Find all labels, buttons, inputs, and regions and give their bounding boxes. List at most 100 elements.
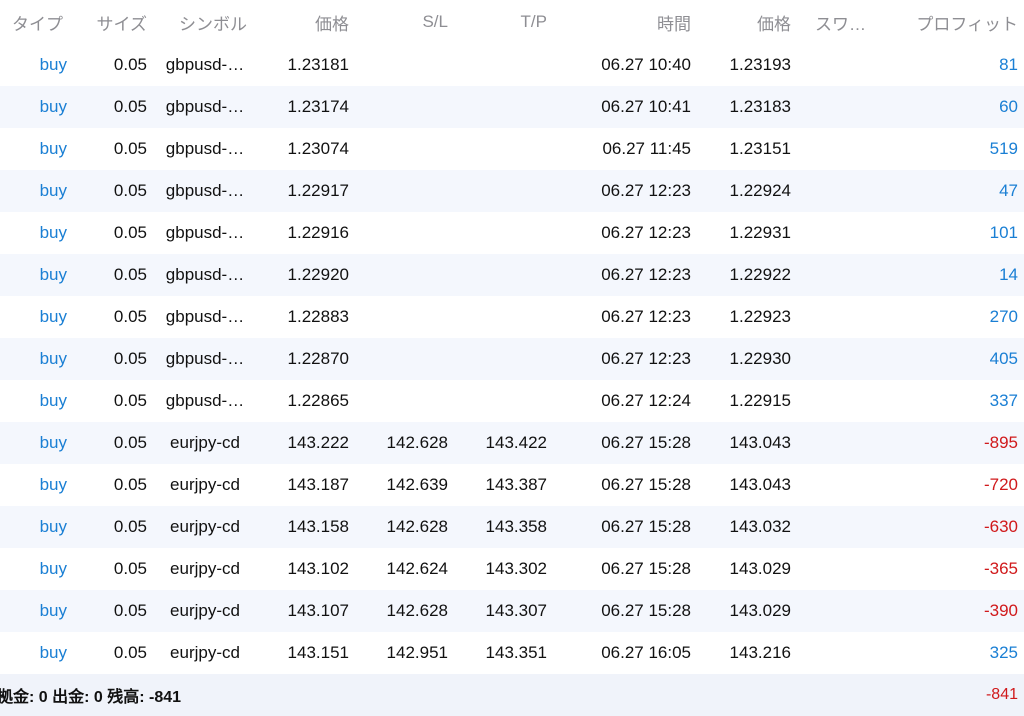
table-row[interactable]: buy 0.05 eurjpy-cd 143.187 142.639 143.387 06.…: [0, 464, 1024, 506]
cell-stop-loss: 142.628: [386, 601, 448, 620]
column-header-tp[interactable]: T/P: [448, 0, 547, 44]
table-row[interactable]: buy 0.05 gbpusd-… 1.23181 06.27 10:40 1.23193…: [0, 44, 1024, 86]
cell-size: 0.05: [113, 391, 147, 410]
cell-time: 06.27 11:45: [602, 139, 691, 158]
cell-open-price: 143.102: [287, 559, 349, 578]
cell-stop-loss: [349, 254, 448, 296]
cell-take-profit: [448, 338, 547, 380]
cell-type: buy: [39, 559, 67, 578]
cell-take-profit: [448, 212, 547, 254]
cell-open-price: 1.22916: [287, 223, 349, 242]
cell-stop-loss: 142.639: [386, 475, 448, 494]
cell-type: buy: [39, 181, 67, 200]
table-row[interactable]: buy 0.05 eurjpy-cd 143.102 142.624 143.302 06.…: [0, 548, 1024, 590]
cell-take-profit: [448, 296, 547, 338]
cell-time: 06.27 16:05: [601, 643, 691, 662]
table-row[interactable]: buy 0.05 eurjpy-cd 143.158 142.628 143.358 06.…: [0, 506, 1024, 548]
cell-close-price: 1.22924: [729, 181, 791, 200]
column-header-symbol[interactable]: シンボル: [155, 0, 247, 44]
cell-size: 0.05: [113, 475, 147, 494]
cell-time: 06.27 12:23: [601, 181, 691, 200]
cell-open-price: 1.22920: [287, 265, 349, 284]
cell-take-profit: [448, 44, 547, 86]
cell-swap: [791, 254, 871, 296]
cell-symbol: gbpusd-…: [165, 391, 245, 410]
column-header-type[interactable]: タイプ: [0, 0, 67, 44]
column-header-profit[interactable]: プロフィット: [871, 0, 1018, 44]
column-header-time[interactable]: 時間: [547, 0, 691, 44]
cell-close-price: 143.032: [729, 517, 791, 536]
cell-size: 0.05: [113, 601, 147, 620]
table-row[interactable]: buy 0.05 gbpusd-… 1.22870 06.27 12:23 1.22930…: [0, 338, 1024, 380]
cell-type: buy: [39, 97, 67, 116]
cell-take-profit: [448, 86, 547, 128]
cell-size: 0.05: [113, 97, 147, 116]
cell-swap: [791, 464, 871, 506]
cell-open-price: 1.22870: [287, 349, 349, 368]
cell-profit: 14: [999, 265, 1018, 284]
cell-symbol: eurjpy-cd: [170, 517, 240, 536]
cell-profit: 519: [989, 139, 1018, 158]
cell-size: 0.05: [113, 307, 147, 326]
cell-type: buy: [39, 517, 67, 536]
cell-close-price: 1.22923: [729, 307, 791, 326]
cell-profit: -390: [983, 601, 1018, 620]
cell-open-price: 143.222: [287, 433, 349, 452]
cell-type: buy: [39, 55, 67, 74]
table-row[interactable]: buy 0.05 gbpusd-… 1.22865 06.27 12:24 1.22915…: [0, 380, 1024, 422]
cell-open-price: 1.23074: [287, 139, 349, 158]
cell-profit: -365: [983, 559, 1018, 578]
table-row[interactable]: buy 0.05 eurjpy-cd 143.222 142.628 143.422 06.…: [0, 422, 1024, 464]
cell-take-profit: 143.358: [485, 517, 547, 536]
cell-take-profit: 143.302: [485, 559, 547, 578]
table-body: buy 0.05 gbpusd-… 1.23181 06.27 10:40 1.23193…: [0, 44, 1024, 674]
cell-open-price: 1.22917: [287, 181, 349, 200]
cell-time: 06.27 15:28: [601, 517, 691, 536]
cell-size: 0.05: [113, 643, 147, 662]
table-row[interactable]: buy 0.05 gbpusd-… 1.22917 06.27 12:23 1.22924…: [0, 170, 1024, 212]
table-row[interactable]: buy 0.05 eurjpy-cd 143.107 142.628 143.307 06.…: [0, 590, 1024, 632]
column-header-sl[interactable]: S/L: [349, 0, 448, 44]
column-header-swap[interactable]: スワ…: [791, 0, 871, 44]
cell-time: 06.27 10:40: [601, 55, 691, 74]
cell-close-price: 1.23183: [729, 97, 791, 116]
cell-take-profit: [448, 380, 547, 422]
cell-size: 0.05: [113, 139, 147, 158]
summary-row: 拠金: 0 出金: 0 残高: -841 -841: [0, 674, 1024, 716]
trade-history-table: タイプ サイズ シンボル 価格 S/L T/P 時間 価格 スワ… プロフィット…: [0, 0, 1024, 716]
cell-open-price: 1.22865: [287, 391, 349, 410]
cell-type: buy: [39, 349, 67, 368]
cell-symbol: eurjpy-cd: [170, 433, 240, 452]
cell-take-profit: 143.307: [485, 601, 547, 620]
column-header-size[interactable]: サイズ: [67, 0, 148, 44]
table-row[interactable]: buy 0.05 gbpusd-… 1.23174 06.27 10:41 1.23183…: [0, 86, 1024, 128]
cell-type: buy: [39, 433, 67, 452]
cell-stop-loss: [349, 338, 448, 380]
cell-time: 06.27 12:23: [601, 307, 691, 326]
cell-time: 06.27 12:23: [601, 223, 691, 242]
cell-swap: [791, 422, 871, 464]
cell-stop-loss: [349, 296, 448, 338]
cell-take-profit: 143.351: [485, 643, 547, 662]
table-row[interactable]: buy 0.05 gbpusd-… 1.22883 06.27 12:23 1.22923…: [0, 296, 1024, 338]
cell-stop-loss: [349, 128, 448, 170]
cell-profit: 47: [999, 181, 1018, 200]
column-header-price[interactable]: 価格: [255, 0, 349, 44]
table-row[interactable]: buy 0.05 eurjpy-cd 143.151 142.951 143.351 06.…: [0, 632, 1024, 674]
cell-symbol: eurjpy-cd: [170, 601, 240, 620]
cell-time: 06.27 15:28: [601, 475, 691, 494]
cell-close-price: 143.029: [729, 601, 791, 620]
table-row[interactable]: buy 0.05 gbpusd-… 1.23074 06.27 11:45 1.23151…: [0, 128, 1024, 170]
cell-size: 0.05: [113, 517, 147, 536]
cell-size: 0.05: [113, 349, 147, 368]
cell-swap: [791, 44, 871, 86]
cell-close-price: 1.23193: [729, 55, 791, 74]
table-row[interactable]: buy 0.05 gbpusd-… 1.22916 06.27 12:23 1.22931…: [0, 212, 1024, 254]
cell-take-profit: [448, 170, 547, 212]
column-header-close-price[interactable]: 価格: [691, 0, 791, 44]
table-header: タイプ サイズ シンボル 価格 S/L T/P 時間 価格 スワ… プロフィット: [0, 0, 1024, 44]
table-row[interactable]: buy 0.05 gbpusd-… 1.22920 06.27 12:23 1.22922…: [0, 254, 1024, 296]
cell-type: buy: [39, 601, 67, 620]
cell-open-price: 143.187: [287, 475, 349, 494]
cell-time: 06.27 12:24: [601, 391, 691, 410]
